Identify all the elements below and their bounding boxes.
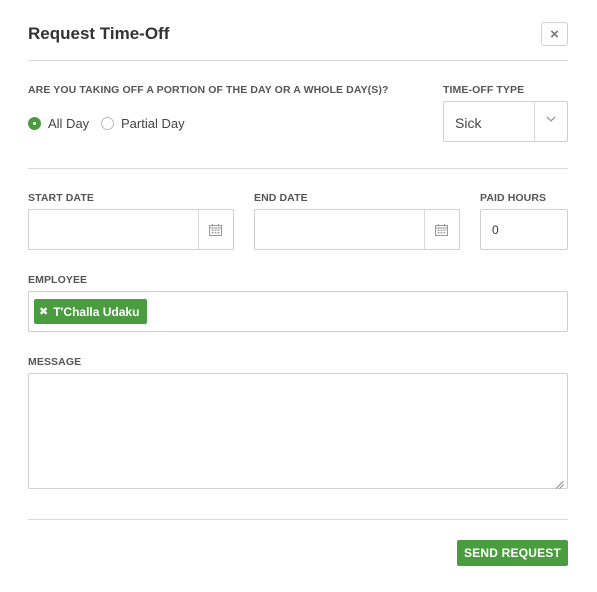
dialog-title: Request Time-Off [28, 24, 170, 43]
send-request-button[interactable]: SEND REQUEST [457, 540, 568, 566]
end-date-label: END DATE [254, 192, 308, 204]
message-label: MESSAGE [28, 356, 82, 368]
portion-question-label: ARE YOU TAKING OFF A PORTION OF THE DAY … [28, 84, 389, 96]
radio-all-day-label: All Day [48, 116, 90, 131]
select-divider [534, 102, 535, 141]
start-date-label: START DATE [28, 192, 94, 204]
end-date-input[interactable] [254, 209, 460, 250]
chevron-down-icon [546, 113, 556, 128]
paid-hours-label: PAID HOURS [480, 192, 547, 204]
employee-tag[interactable]: ✖ T'Challa Udaku [34, 299, 148, 324]
radio-partial-day[interactable]: Partial Day [101, 116, 185, 131]
remove-x-icon[interactable]: ✖ [39, 305, 48, 318]
start-date-input[interactable] [28, 209, 234, 250]
radio-unchecked-icon [101, 117, 114, 130]
timeoff-type-value: Sick [455, 115, 482, 131]
employee-label: EMPLOYEE [28, 274, 88, 286]
divider-bottom [28, 519, 568, 520]
close-button[interactable]: × [541, 22, 568, 46]
radio-checked-icon [28, 117, 41, 130]
employee-tag-label: T'Challa Udaku [53, 304, 140, 319]
message-textarea[interactable] [28, 373, 568, 489]
paid-hours-value: 0 [492, 223, 499, 237]
calendar-icon[interactable] [435, 223, 448, 236]
timeoff-type-select[interactable]: Sick [443, 101, 568, 142]
divider-middle [28, 168, 568, 169]
radio-all-day[interactable]: All Day [28, 116, 89, 131]
calendar-icon[interactable] [209, 223, 222, 236]
paid-hours-input[interactable]: 0 [480, 209, 568, 250]
timeoff-type-label: TIME-OFF TYPE [443, 84, 525, 96]
radio-partial-day-label: Partial Day [121, 116, 185, 131]
divider-top [28, 60, 568, 61]
resize-grip-icon[interactable] [555, 476, 564, 489]
close-icon: × [550, 25, 559, 43]
